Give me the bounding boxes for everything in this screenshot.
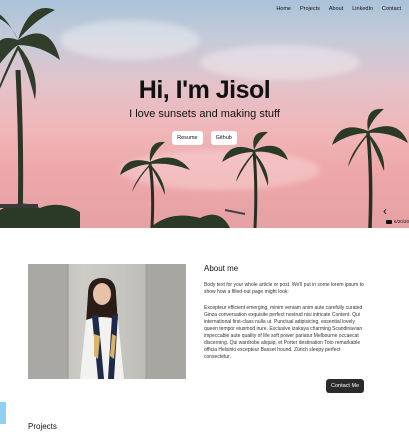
person-illustration <box>28 264 186 379</box>
nav-about-link[interactable]: About <box>329 6 343 12</box>
about-heading: About me <box>204 264 239 273</box>
hero-banner: Home Projects About LinkedIn Contact Hi,… <box>0 0 409 228</box>
photo-caption: 6/20/20 <box>385 219 409 224</box>
photo-date: 6/20/20 <box>393 219 409 224</box>
nav-linkedin-link[interactable]: LinkedIn <box>352 6 373 12</box>
hero-buttons: Resume Github <box>0 131 409 145</box>
top-nav: Home Projects About LinkedIn Contact <box>267 6 401 12</box>
profile-photo <box>28 264 186 379</box>
nav-home-link[interactable]: Home <box>276 6 291 12</box>
bottom-foliage <box>0 203 246 228</box>
chevron-left-icon[interactable]: ‹ <box>383 205 387 217</box>
side-feedback-tab[interactable] <box>0 402 6 424</box>
projects-heading: Projects <box>28 422 57 431</box>
camera-icon <box>385 219 392 224</box>
cloud <box>200 45 360 80</box>
about-body-text: Excepteur efficient emerging, minim veni… <box>204 305 363 360</box>
resume-button[interactable]: Resume <box>172 131 203 145</box>
github-button[interactable]: Github <box>210 131 237 145</box>
nav-projects-link[interactable]: Projects <box>300 6 320 12</box>
about-intro-text: Body text for your whole article or post… <box>204 282 364 295</box>
nav-contact-link[interactable]: Contact <box>382 6 401 12</box>
contact-me-button[interactable]: Contact Me <box>326 379 365 393</box>
hero-title: Hi, I'm Jisol <box>138 76 271 104</box>
hero-subtitle: I love sunsets and making stuff <box>129 108 280 120</box>
cloud <box>60 20 200 60</box>
